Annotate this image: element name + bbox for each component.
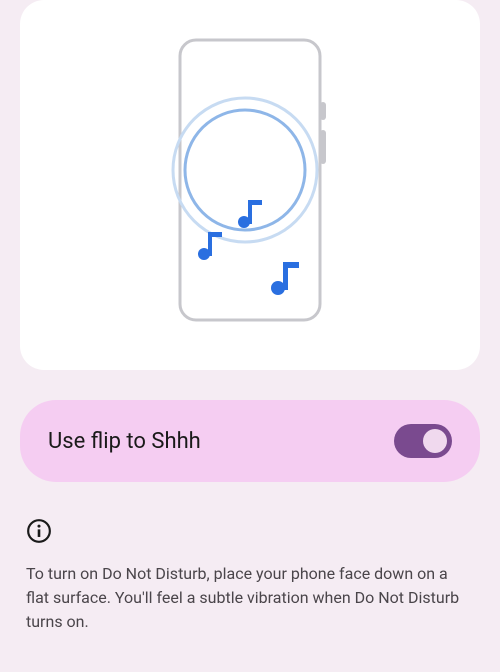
toggle-switch[interactable] [394,424,452,458]
flip-to-shhh-toggle-row[interactable]: Use flip to Shhh [20,400,480,482]
toggle-switch-thumb [423,429,447,453]
info-section: To turn on Do Not Disturb, place your ph… [20,518,480,634]
info-icon-wrap [26,518,474,548]
toggle-label: Use flip to Shhh [48,429,201,454]
info-description: To turn on Do Not Disturb, place your ph… [26,562,474,634]
illustration-card [20,0,480,370]
phone-illustration [150,30,350,340]
info-icon [26,518,52,544]
